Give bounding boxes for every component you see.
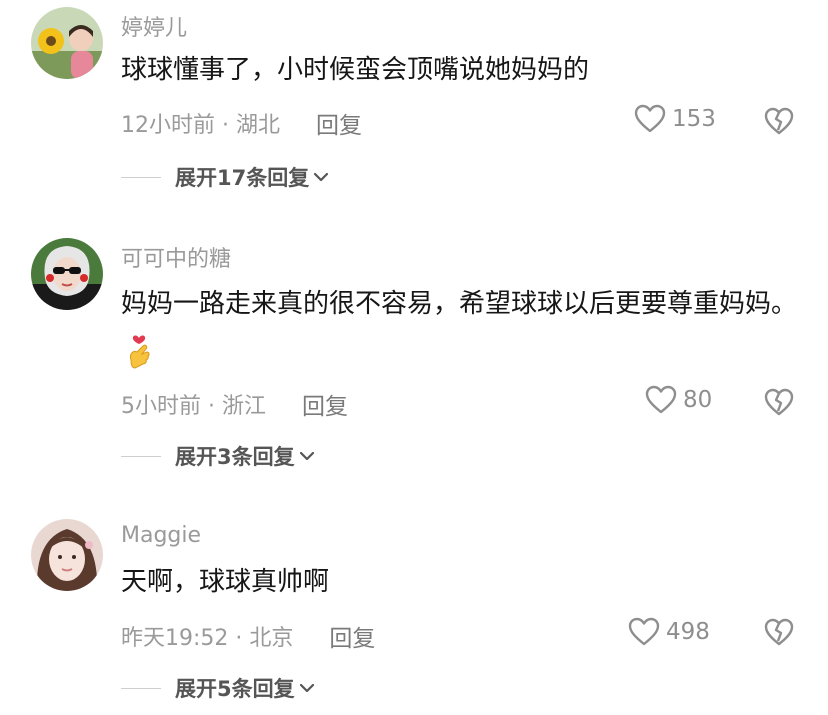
avatar[interactable] — [31, 519, 103, 591]
avatar-image — [31, 238, 103, 310]
expand-replies-button[interactable]: 展开17条回复 — [121, 162, 329, 192]
broken-heart-icon[interactable] — [764, 387, 794, 417]
time-location: 昨天19:52 · 北京 — [121, 626, 294, 651]
chevron-down-icon — [299, 683, 314, 693]
avatar-image — [31, 519, 103, 591]
broken-heart-icon[interactable] — [764, 617, 794, 647]
like-button[interactable]: 498 — [628, 617, 710, 647]
time-location: 12小时前 · 湖北 — [121, 113, 280, 138]
heart-outline-icon — [634, 104, 666, 133]
username[interactable]: Maggie — [121, 523, 201, 548]
finger-heart-emoji — [130, 334, 150, 369]
heart-outline-icon — [628, 617, 660, 646]
expand-replies-label: 展开5条回复 — [175, 677, 295, 701]
heart-outline-icon — [645, 385, 677, 414]
expand-replies-label: 展开3条回复 — [175, 445, 295, 469]
avatar[interactable] — [31, 7, 103, 79]
avatar[interactable] — [31, 238, 103, 310]
avatar-image — [31, 7, 103, 79]
like-count: 80 — [683, 387, 713, 413]
reply-button[interactable]: 回复 — [302, 387, 348, 421]
comment-text: 球球懂事了，小时候蛮会顶嘴说她妈妈的 — [121, 55, 590, 85]
expand-replies-button[interactable]: 展开5条回复 — [121, 673, 315, 703]
reply-button[interactable]: 回复 — [316, 106, 362, 140]
like-count: 153 — [672, 106, 716, 132]
comment-text-content: 妈妈一路走来真的很不容易，希望球球以后更要尊重妈妈。 — [121, 289, 798, 319]
chevron-down-icon — [314, 172, 329, 182]
expand-replies-label: 展开17条回复 — [175, 166, 310, 190]
like-button[interactable]: 80 — [645, 385, 712, 415]
username[interactable]: 婷婷儿 — [121, 10, 187, 42]
divider-line — [121, 176, 161, 178]
chevron-down-icon — [299, 451, 314, 461]
comment-meta: 5小时前 · 浙江 回复 — [121, 387, 348, 421]
reply-button[interactable]: 回复 — [329, 619, 375, 653]
comment-meta: 12小时前 · 湖北 回复 — [121, 106, 362, 140]
comment-text: 妈妈一路走来真的很不容易，希望球球以后更要尊重妈妈。 — [121, 281, 801, 375]
divider-line — [121, 455, 161, 457]
like-button[interactable]: 153 — [634, 104, 716, 134]
broken-heart-icon[interactable] — [764, 106, 794, 136]
like-count: 498 — [666, 619, 710, 645]
comment-text: 天啊，球球真帅啊 — [121, 567, 330, 597]
time-location: 5小时前 · 浙江 — [121, 394, 266, 419]
username[interactable]: 可可中的糖 — [121, 241, 231, 273]
comment-meta: 昨天19:52 · 北京 回复 — [121, 619, 375, 653]
expand-replies-button[interactable]: 展开3条回复 — [121, 441, 315, 471]
divider-line — [121, 687, 161, 689]
